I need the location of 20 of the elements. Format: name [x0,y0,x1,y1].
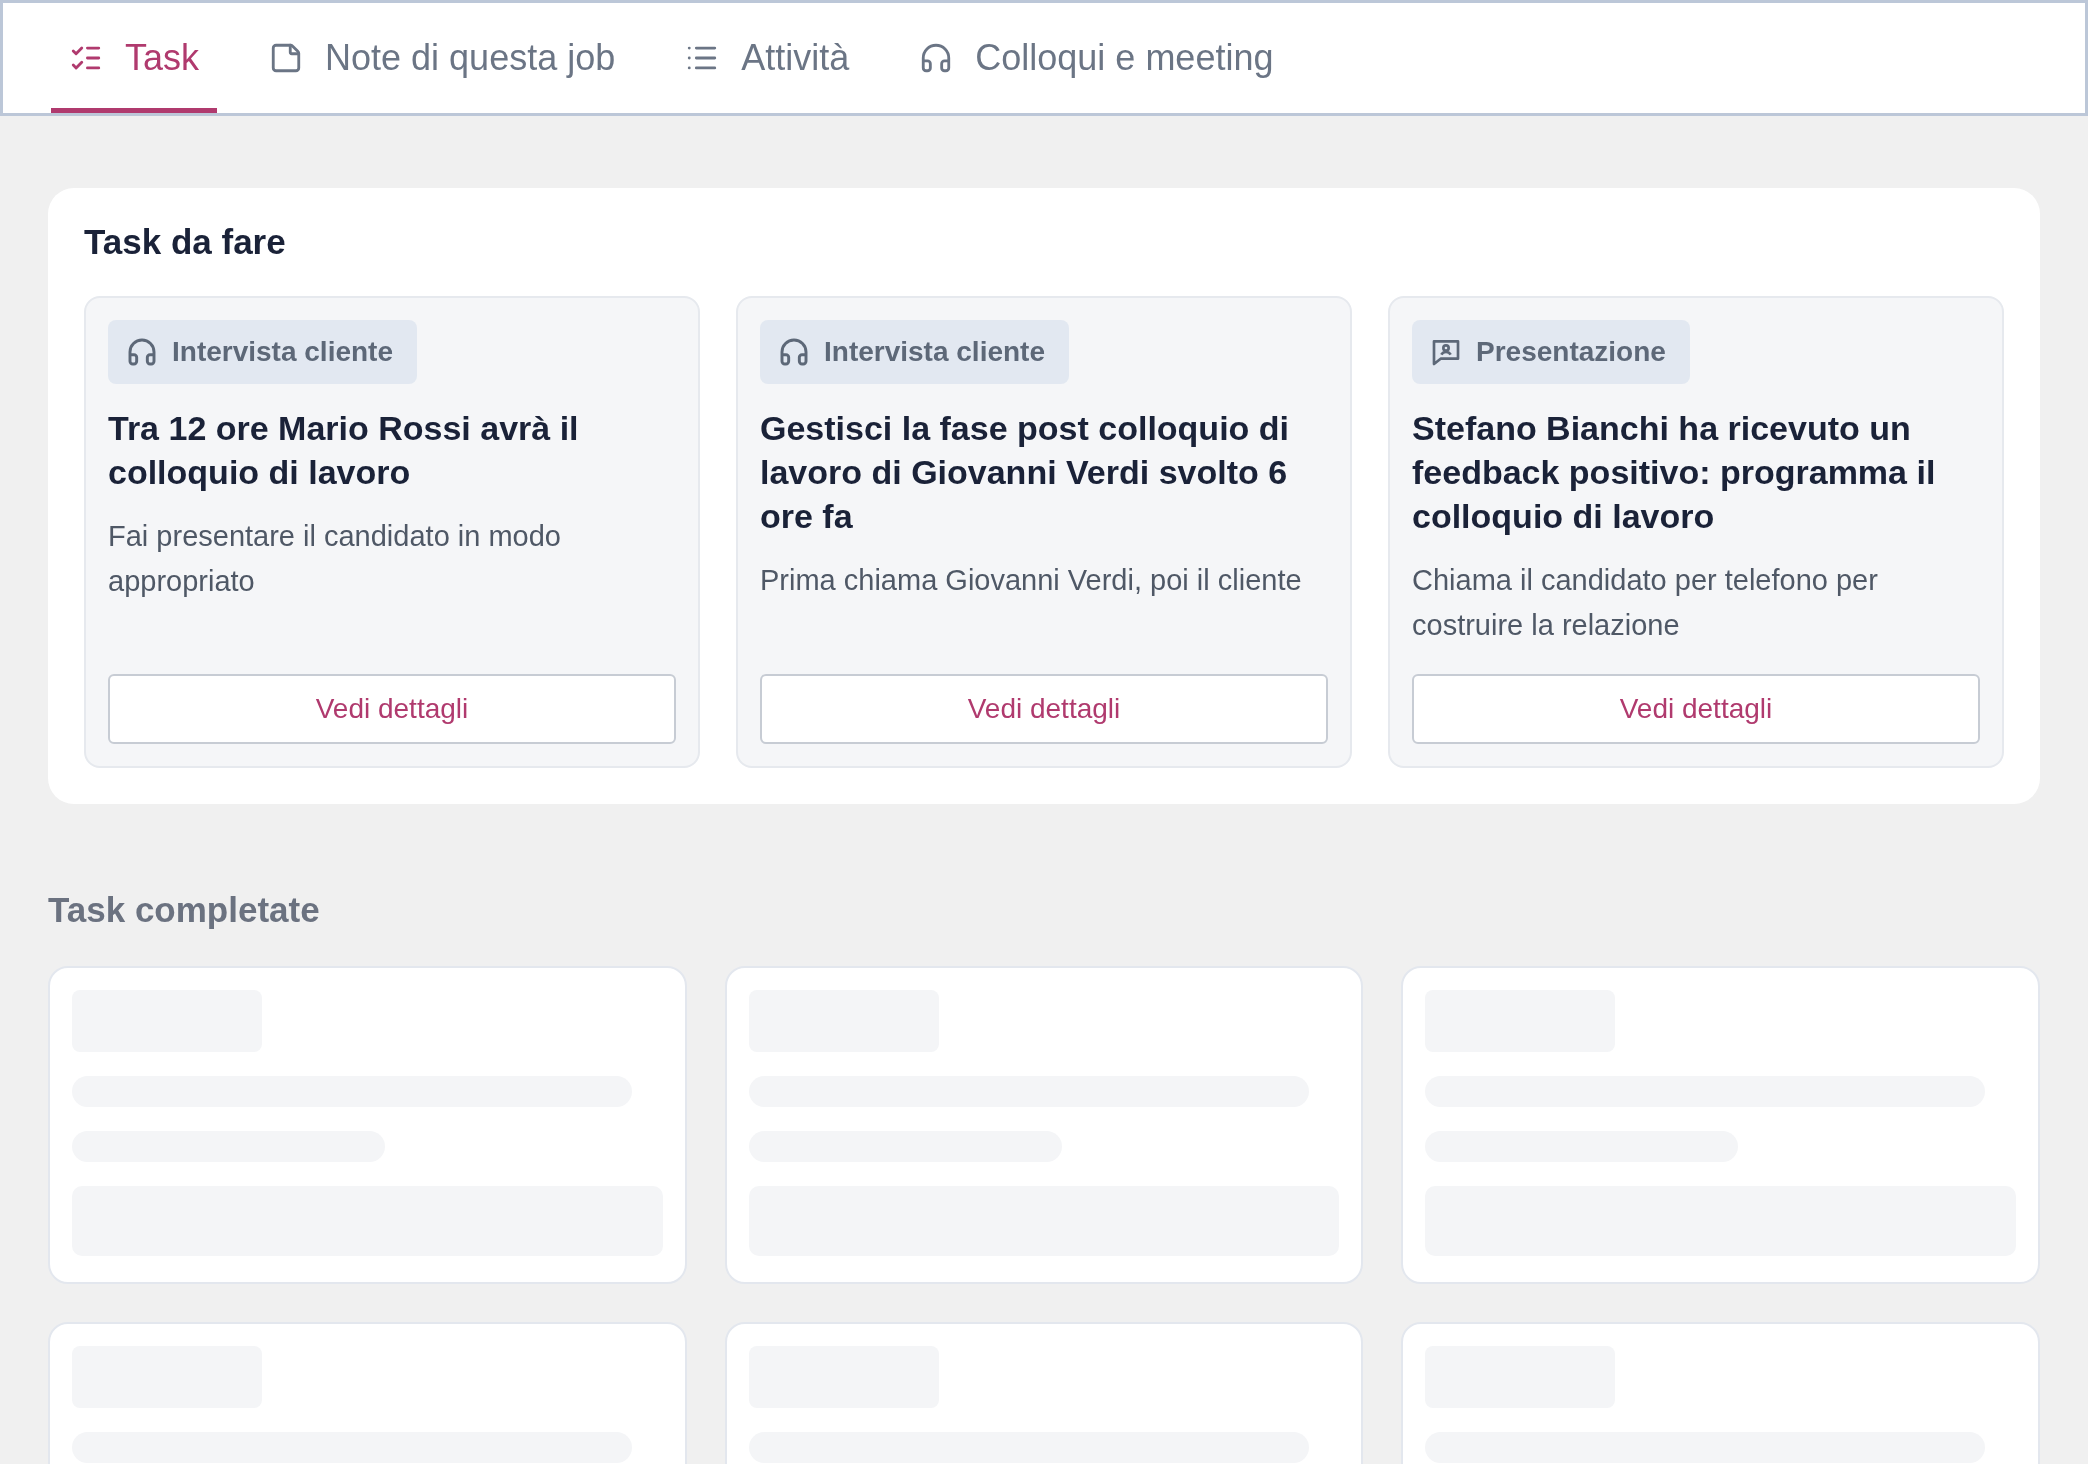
tab[interactable]: Task [51,3,218,113]
details-button[interactable]: Vedi dettagli [1412,674,1980,744]
task-description: Prima chiama Giovanni Verdi, poi il cliente [760,563,1303,598]
task-description: Fai presentare il candidato in modo appropriato [108,519,562,599]
details-button[interactable]: Vedi dettagli [760,674,1328,744]
headphones-icon [778,336,810,368]
details-button[interactable]: Vedi dettagli [108,674,676,744]
badge-label: Intervista cliente [824,336,1045,368]
tab[interactable]: Note di questa job [251,3,634,113]
badge-label: Intervista cliente [172,336,393,368]
task-description: Chiama il candidato per telefono per costruire la relazione [1412,563,1879,643]
task-title: Stefano Bianchi ha ricevuto un feedback positivo: programma il colloquio di lavoro [1412,408,1937,537]
headphones-icon [126,336,158,368]
tab[interactable]: Attività [667,3,868,113]
section-title: Task completate [48,890,321,930]
task-title: Tra 12 ore Mario Rossi avrà il colloquio di lavoro [108,408,580,493]
badge-label: Presentazione [1476,336,1666,368]
tab[interactable]: Colloqui e meeting [901,3,1292,113]
task-title: Gestisci la fase post colloquio di lavoro di Giovanni Verdi svolto 6 ore fa [760,408,1290,537]
section-title: Task da fare [84,222,287,262]
